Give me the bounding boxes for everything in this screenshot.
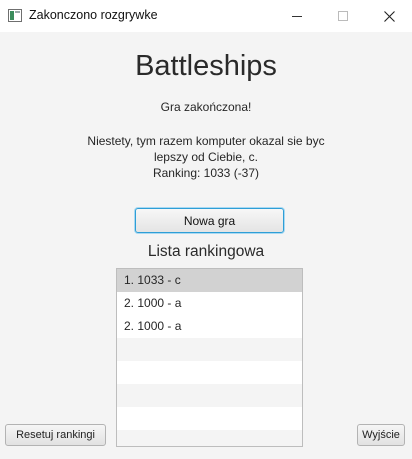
maximize-button[interactable]: [320, 0, 366, 32]
result-message-line1: Niestety, tym razem komputer okazal sie …: [87, 134, 325, 148]
list-item[interactable]: 1. 1033 - c: [117, 269, 302, 292]
maximize-icon: [338, 11, 348, 21]
ranking-list-title: Lista rankingowa: [147, 243, 265, 260]
close-icon: [383, 10, 395, 22]
empty-list-row: [117, 430, 302, 446]
new-game-button[interactable]: Nowa gra: [135, 208, 284, 233]
close-button[interactable]: [366, 0, 412, 32]
empty-list-row: [117, 361, 302, 384]
minimize-button[interactable]: [274, 0, 320, 32]
reset-rankings-button[interactable]: Resetuj rankingi: [5, 424, 106, 446]
window-title: Zakonczono rozgrywke: [29, 8, 158, 22]
empty-list-row: [117, 384, 302, 407]
minimize-icon: [292, 15, 302, 17]
game-over-text: Gra zakończona!: [160, 100, 252, 114]
list-item[interactable]: 2. 1000 - a: [117, 315, 302, 338]
list-item[interactable]: 2. 1000 - a: [117, 292, 302, 315]
title-bar: Zakonczono rozgrywke: [0, 0, 412, 32]
ranking-change-text: Ranking: 1033 (-37): [152, 166, 260, 180]
result-message-line2: lepszy od Ciebie, c.: [153, 150, 259, 164]
exit-button[interactable]: Wyjście: [357, 424, 405, 446]
app-icon: [8, 9, 22, 22]
empty-list-row: [117, 407, 302, 430]
page-title: Battleships: [135, 50, 277, 82]
ranking-list[interactable]: 1. 1033 - c 2. 1000 - a 2. 1000 - a: [116, 268, 303, 447]
empty-list-row: [117, 338, 302, 361]
